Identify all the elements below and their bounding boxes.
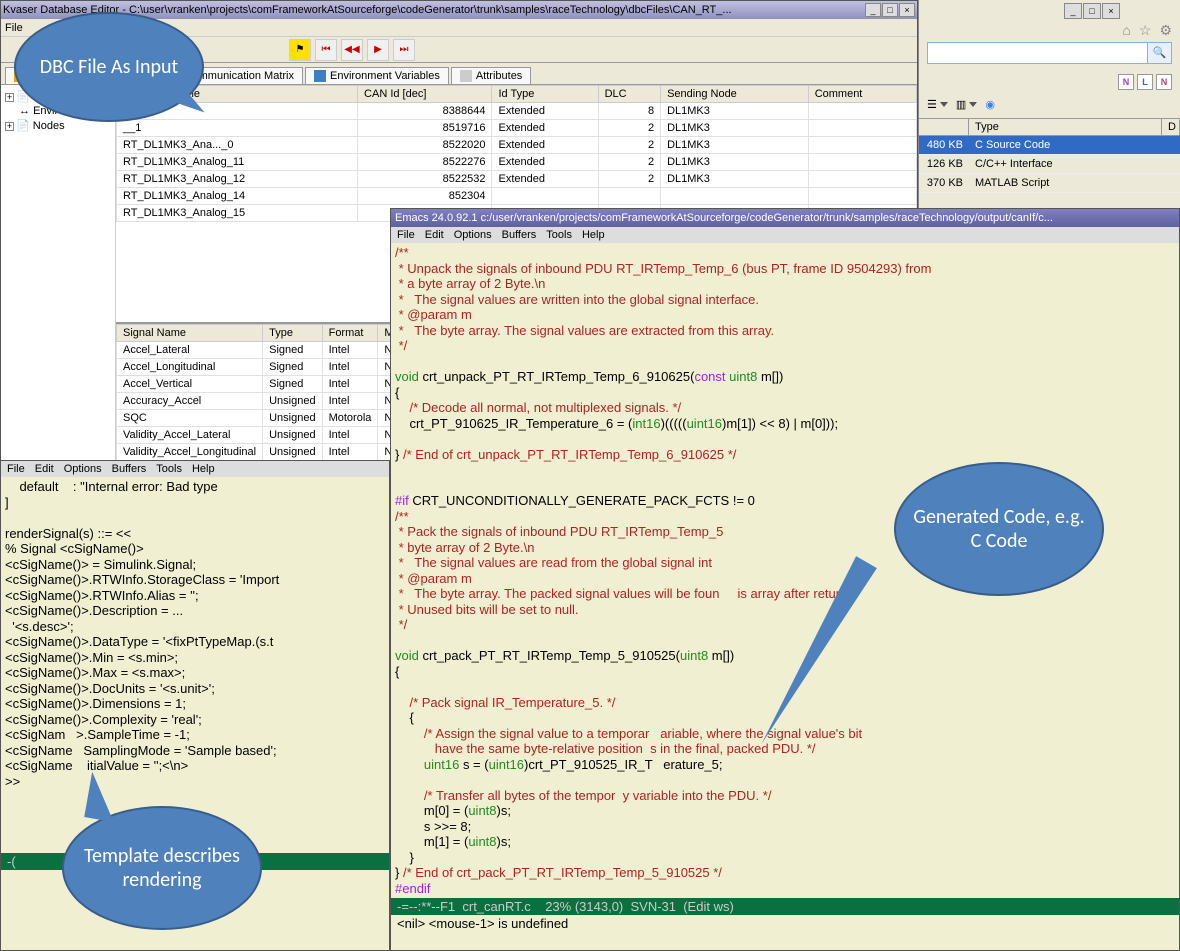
menu-edit[interactable]: Edit [425, 229, 444, 241]
emacs-right-statusbar: -=--:**--F1 crt_canRT.c 23% (3143,0) SVN… [391, 898, 1179, 915]
table-row[interactable]: SQCUnsignedMotorolaNorm [117, 410, 397, 427]
panel-view-icon[interactable]: ▥ [956, 98, 977, 111]
toolbar-last-icon[interactable]: ⏭ [393, 39, 415, 61]
column-header[interactable]: CAN Id [dec] [358, 86, 492, 103]
emacs-left-menubar: File Edit Options Buffers Tools Help [1, 461, 389, 477]
table-row[interactable]: ...cel8388644Extended8DL1MK3 [117, 103, 917, 120]
menu-buffers[interactable]: Buffers [502, 229, 537, 241]
env-icon [314, 70, 326, 82]
menu-tools[interactable]: Tools [546, 229, 572, 241]
menu-help[interactable]: Help [582, 229, 605, 241]
filter-tabs: N L N [1118, 74, 1172, 90]
table-row[interactable]: RT_DL1MK3_Analog_118522276Extended2DL1MK… [117, 154, 917, 171]
callout-generated-code: Generated Code, e.g. C Code [894, 462, 1104, 596]
toolbar-next-icon[interactable]: ▶ [367, 39, 389, 61]
column-header[interactable]: DLC [598, 86, 660, 103]
nav-icons: ⌂ ☆ ⚙ [1122, 22, 1172, 39]
home-icon[interactable]: ⌂ [1122, 22, 1130, 39]
emacs-right-menubar: File Edit Options Buffers Tools Help [391, 227, 1179, 243]
callout-template: Template describes rendering [62, 806, 262, 930]
column-header[interactable]: Sending Node [661, 86, 809, 103]
filter-l[interactable]: L [1137, 74, 1153, 90]
col-type[interactable]: Type [969, 119, 1162, 135]
column-header[interactable]: Signal Name [117, 325, 263, 342]
toolbar-first-icon[interactable]: ⏮ [315, 39, 337, 61]
filter-n[interactable]: N [1118, 74, 1134, 90]
signal-table[interactable]: Signal NameTypeFormatMo... Accel_Lateral… [116, 324, 396, 461]
table-row[interactable]: Validity_Accel_LongitudinalUnsignedIntel… [117, 444, 397, 461]
tree-panel[interactable]: +📄 ↔ Environm +📄 Nodes [1, 85, 116, 461]
view-toolbar: ☰ ▥ ◉ [927, 94, 1172, 114]
column-header[interactable]: Id Type [492, 86, 598, 103]
tab-envvars[interactable]: Environment Variables [305, 67, 449, 84]
emacs-right-title: Emacs 24.0.92.1 c:/user/vranken/projects… [395, 212, 1175, 224]
column-header[interactable]: Type [263, 325, 322, 342]
table-row[interactable]: Accel_VerticalSignedIntelNorm [117, 376, 397, 393]
table-row[interactable]: Accel_LongitudinalSignedIntelNorm [117, 359, 397, 376]
table-row[interactable]: RT_DL1MK3_Analog_14852304 [117, 188, 917, 205]
menu-options[interactable]: Options [454, 229, 492, 241]
column-header[interactable]: Format [322, 325, 378, 342]
toolbar-flag-icon[interactable]: ⚑ [289, 39, 311, 61]
maximize-button[interactable]: □ [882, 3, 898, 17]
emacs-left-buffer[interactable]: default : "Internal error: Bad type ] re… [1, 477, 389, 791]
file-row[interactable]: 370 KBMATLAB Script [919, 174, 1180, 193]
star-icon[interactable]: ☆ [1139, 22, 1152, 39]
minimize-button[interactable]: _ [1064, 3, 1082, 19]
search-box[interactable]: 🔍 [927, 42, 1172, 64]
menu-buffers[interactable]: Buffers [112, 463, 147, 475]
close-button[interactable]: × [1102, 3, 1120, 19]
tab-attributes[interactable]: Attributes [451, 67, 531, 84]
menu-edit[interactable]: Edit [35, 463, 54, 475]
menu-file[interactable]: File [5, 22, 23, 34]
table-row[interactable]: RT_DL1MK3_Analog_128522532Extended2DL1MK… [117, 171, 917, 188]
col-d[interactable]: D [1162, 119, 1180, 135]
close-button[interactable]: × [899, 3, 915, 17]
table-row[interactable]: RT_DL1MK3_Ana..._08522020Extended2DL1MK3 [117, 137, 917, 154]
explorer-panel: _ □ × ⌂ ☆ ⚙ 🔍 N L N ☰ ▥ ◉ Type D 480 KBC… [918, 0, 1180, 208]
menu-file[interactable]: File [397, 229, 415, 241]
menu-tools[interactable]: Tools [156, 463, 182, 475]
file-row[interactable]: 480 KBC Source Code [919, 136, 1180, 155]
filter-n2[interactable]: N [1156, 74, 1172, 90]
attr-icon [460, 70, 472, 82]
file-row[interactable]: 126 KBC/C++ Interface [919, 155, 1180, 174]
table-row[interactable]: Validity_Accel_LateralUnsignedIntelNorm [117, 427, 397, 444]
table-row[interactable]: Accuracy_AccelUnsignedIntelNorm [117, 393, 397, 410]
callout-dbc-input: DBC File As Input [14, 12, 204, 122]
emacs-right-minibuffer[interactable]: <nil> <mouse-1> is undefined [391, 915, 1179, 932]
expand-icon[interactable]: + [5, 93, 14, 102]
window-buttons: _ □ × [1064, 3, 1120, 19]
list-view-icon[interactable]: ☰ [927, 98, 948, 111]
expand-icon[interactable]: + [5, 122, 14, 131]
minimize-button[interactable]: _ [865, 3, 881, 17]
gear-icon[interactable]: ⚙ [1159, 22, 1172, 39]
menu-options[interactable]: Options [64, 463, 102, 475]
emacs-right-titlebar[interactable]: Emacs 24.0.92.1 c:/user/vranken/projects… [391, 209, 1179, 227]
column-header[interactable]: Comment [808, 86, 916, 103]
help-icon[interactable]: ◉ [985, 98, 995, 111]
file-list[interactable]: 480 KBC Source Code126 KBC/C++ Interface… [919, 136, 1180, 208]
maximize-button[interactable]: □ [1083, 3, 1101, 19]
toolbar-prev-icon[interactable]: ◀◀ [341, 39, 363, 61]
menu-help[interactable]: Help [192, 463, 215, 475]
search-icon[interactable]: 🔍 [1147, 43, 1171, 63]
table-row[interactable]: Accel_LateralSignedIntelNorm [117, 342, 397, 359]
menu-file[interactable]: File [7, 463, 25, 475]
file-list-header[interactable]: Type D [919, 118, 1180, 136]
table-row[interactable]: __18519716Extended2DL1MK3 [117, 120, 917, 137]
search-input[interactable] [928, 43, 1147, 63]
